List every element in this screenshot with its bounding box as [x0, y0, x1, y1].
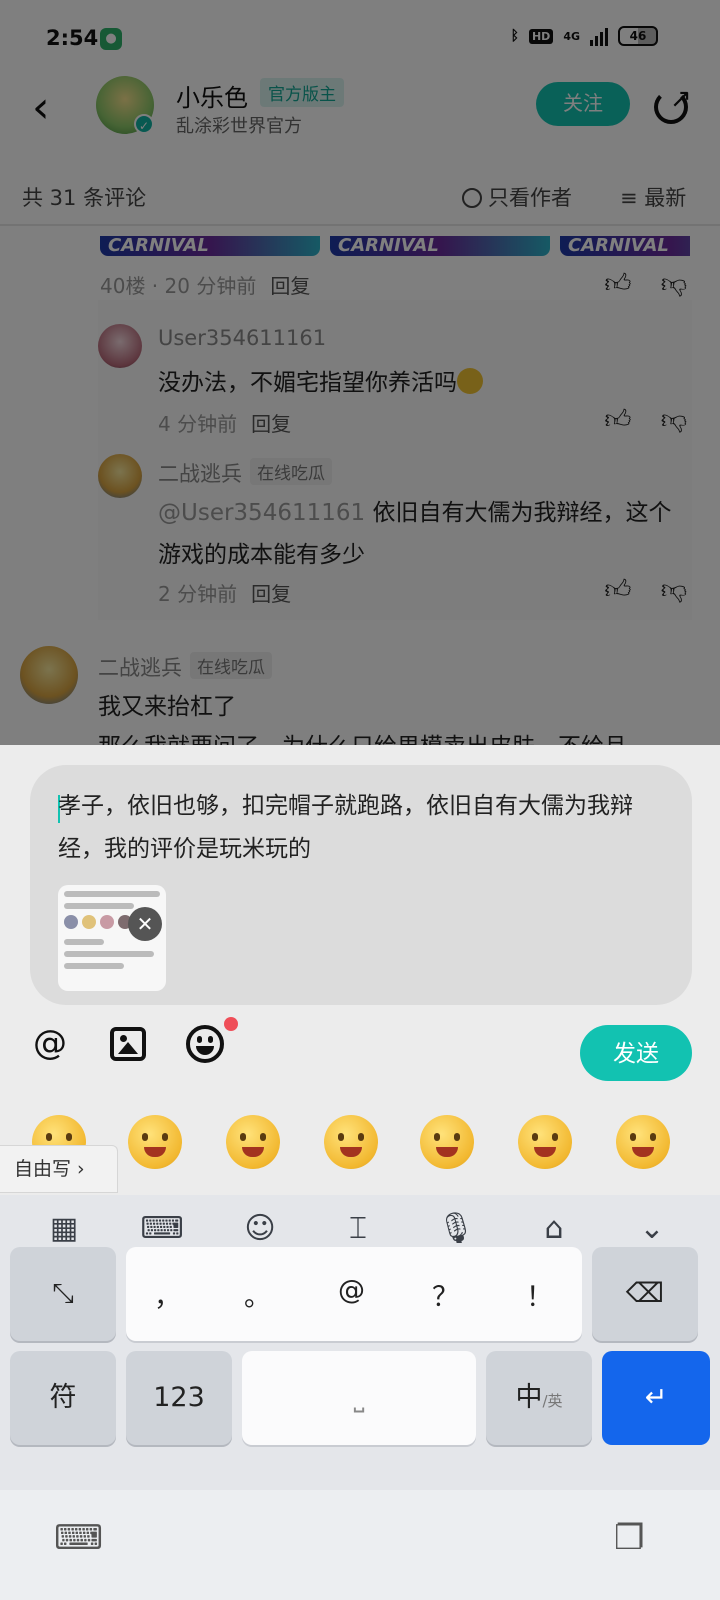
- symbol-key[interactable]: 符: [10, 1351, 116, 1445]
- backspace-key[interactable]: ⌫: [592, 1247, 698, 1341]
- eating-emoji[interactable]: [324, 1115, 378, 1169]
- language-key[interactable]: 中/英: [486, 1351, 592, 1445]
- number-key[interactable]: 123: [126, 1351, 232, 1445]
- space-key[interactable]: ⎵: [242, 1351, 476, 1445]
- grin-emoji[interactable]: [128, 1115, 182, 1169]
- attached-image-content: [64, 891, 160, 897]
- attached-image-content: [64, 903, 134, 909]
- freewrite-button[interactable]: 自由写 ›: [0, 1145, 118, 1193]
- key-at[interactable]: @: [338, 1275, 365, 1306]
- clipboard-icon[interactable]: ❐: [614, 1518, 644, 1558]
- enter-key[interactable]: ↵: [602, 1351, 710, 1445]
- attached-image-content: [64, 939, 104, 945]
- new-badge-dot: [224, 1017, 238, 1031]
- voice-input-icon: ⎵: [353, 1382, 365, 1413]
- emoji-picker-icon[interactable]: [186, 1025, 224, 1063]
- key-exclaim[interactable]: ！: [526, 1275, 553, 1314]
- keyboard-switch-icon[interactable]: ⌨: [54, 1518, 103, 1558]
- language-key-alt: /英: [542, 1392, 563, 1410]
- punctuation-row: ， 。 @ ？ ！: [126, 1247, 582, 1341]
- grid-menu-icon[interactable]: ▦: [42, 1207, 86, 1251]
- love-emoji[interactable]: [420, 1115, 474, 1169]
- enter-icon: ↵: [644, 1382, 668, 1413]
- keyboard-layout-icon[interactable]: ⌨: [140, 1207, 184, 1251]
- microphone-icon[interactable]: 🎙︎: [434, 1207, 478, 1251]
- cursor-icon[interactable]: ⌶: [336, 1207, 380, 1251]
- image-picker-icon[interactable]: [110, 1027, 146, 1061]
- attached-image-content: [64, 963, 124, 969]
- emoji-icon[interactable]: ☺: [238, 1207, 282, 1251]
- key-question[interactable]: ？: [432, 1275, 459, 1314]
- backspace-icon: ⌫: [625, 1278, 665, 1309]
- system-nav-bar: ⌨ ❐: [0, 1490, 720, 1600]
- language-key-main: 中: [515, 1382, 543, 1413]
- reply-input-text[interactable]: 孝子，依旧也够，扣完帽子就跑路，依旧自有大儒为我辩经，我的评价是玩米玩的: [58, 785, 658, 871]
- assistant-icon[interactable]: ⌂: [532, 1207, 576, 1251]
- shrink-icon: ⤡: [52, 1278, 74, 1309]
- freewrite-label: 自由写: [14, 1158, 72, 1180]
- send-button[interactable]: 发送: [580, 1025, 692, 1081]
- smirk-emoji[interactable]: [616, 1115, 670, 1169]
- shrink-key[interactable]: ⤡: [10, 1247, 116, 1341]
- modal-overlay[interactable]: [0, 0, 720, 745]
- collapse-keyboard-icon[interactable]: ⌄: [630, 1207, 674, 1251]
- reply-input[interactable]: 孝子，依旧也够，扣完帽子就跑路，依旧自有大儒为我辩经，我的评价是玩米玩的 ✕: [30, 765, 692, 1005]
- attached-image-content: [64, 951, 154, 957]
- sunglasses-emoji[interactable]: [518, 1115, 572, 1169]
- mention-at-icon[interactable]: @: [30, 1023, 70, 1063]
- reply-composer: 孝子，依旧也够，扣完帽子就跑路，依旧自有大儒为我辩经，我的评价是玩米玩的 ✕ @…: [0, 745, 720, 1195]
- sly-emoji[interactable]: [226, 1115, 280, 1169]
- remove-image-icon[interactable]: ✕: [128, 907, 162, 941]
- key-period[interactable]: 。: [244, 1275, 271, 1314]
- key-comma[interactable]: ，: [154, 1275, 181, 1314]
